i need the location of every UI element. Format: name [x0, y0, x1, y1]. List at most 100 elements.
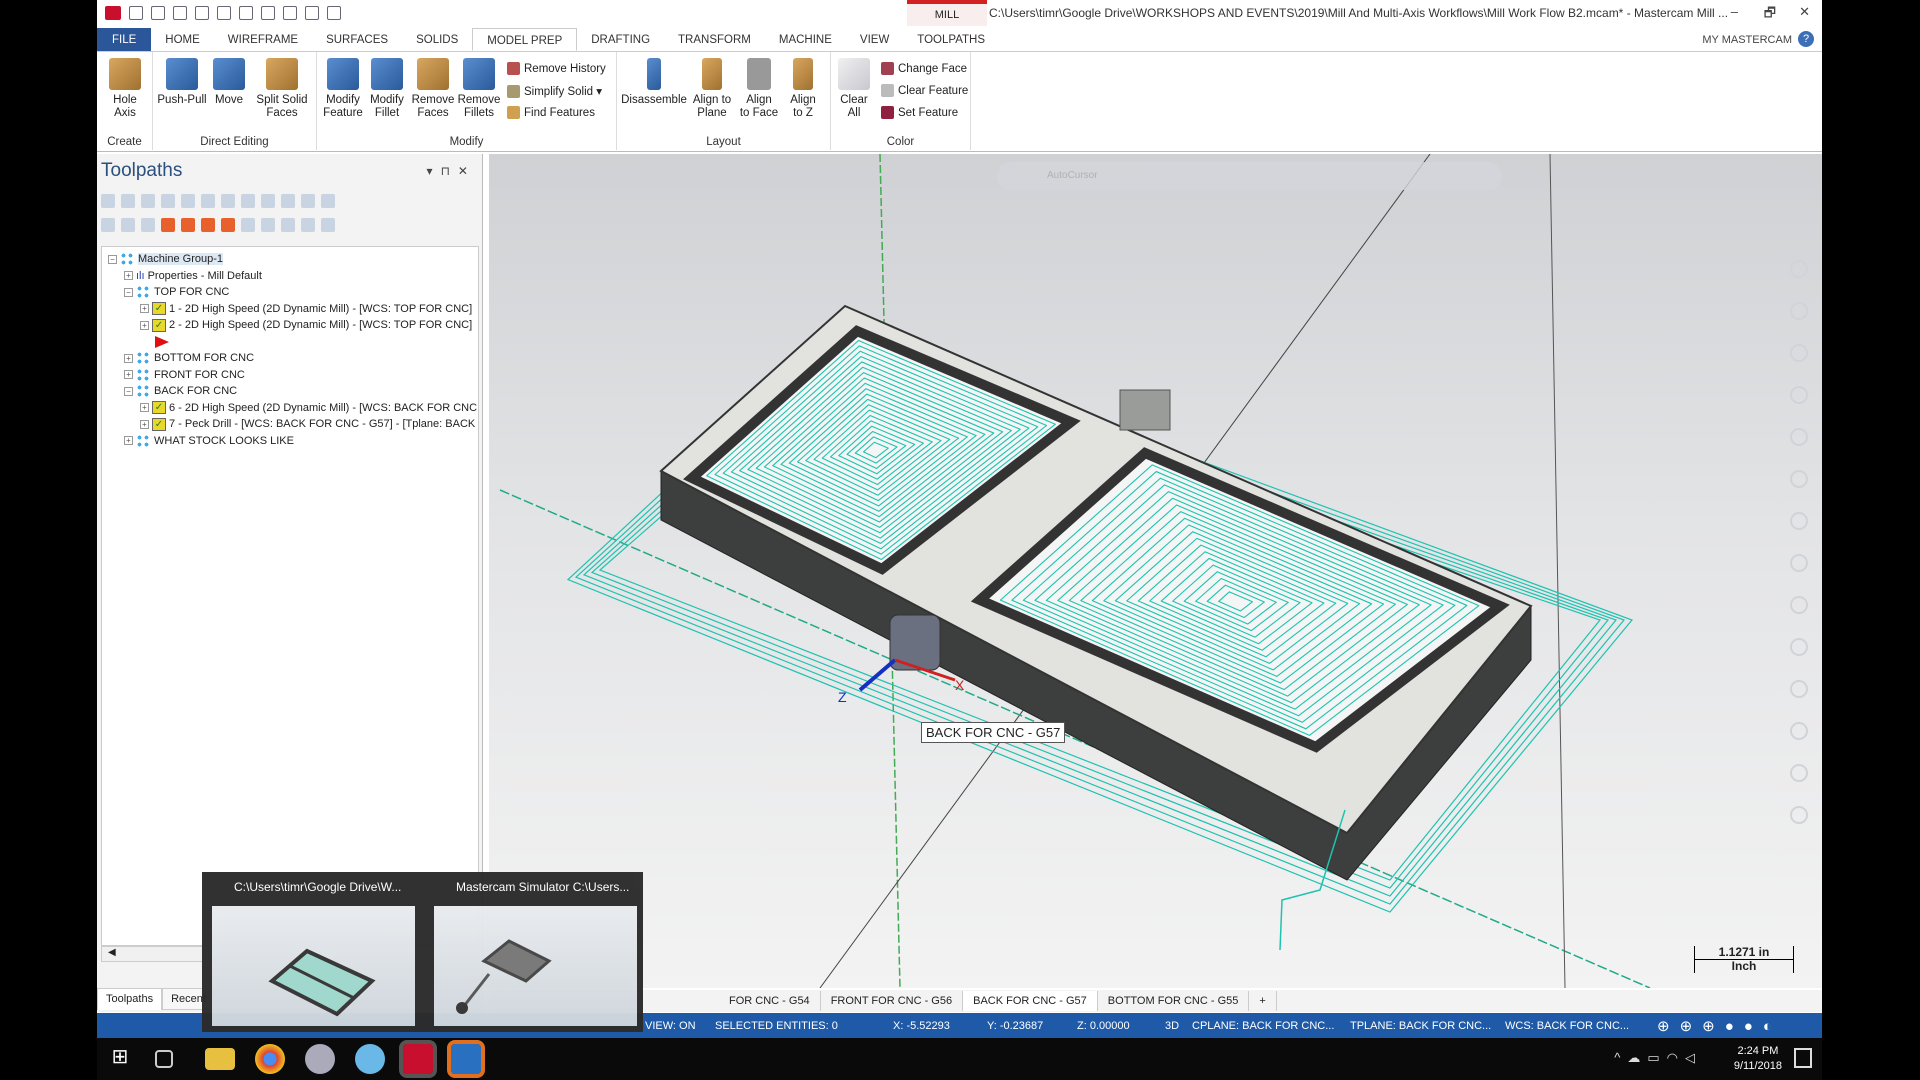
task-view-icon[interactable]	[155, 1050, 173, 1068]
help-icon[interactable]: ?	[1798, 31, 1814, 47]
system-tray-icons[interactable]: ^☁▭◠◁	[1614, 1050, 1702, 1066]
tab-toolpaths[interactable]: TOOLPATHS	[903, 28, 999, 51]
file-explorer-icon[interactable]	[205, 1048, 235, 1070]
remove-faces-button[interactable]: Remove Faces	[411, 58, 455, 120]
toolpath-toolbar-row-2[interactable]	[101, 218, 335, 232]
app-icon[interactable]	[305, 1044, 335, 1074]
tree-item[interactable]: + ✓ 1 - 2D High Speed (2D Dynamic Mill) - …	[140, 301, 472, 317]
cancel-icon[interactable]	[1790, 806, 1808, 824]
redo-icon[interactable]	[261, 6, 275, 20]
align-to-face-button[interactable]: Align to Face	[737, 58, 781, 120]
clear-icon[interactable]	[305, 6, 319, 20]
expand-icon[interactable]: +	[124, 370, 133, 379]
collapse-icon[interactable]: −	[124, 386, 133, 396]
view-sheet-tab[interactable]: BACK FOR CNC - G57	[963, 991, 1098, 1011]
tab-machine[interactable]: MACHINE	[765, 28, 846, 51]
help-query-icon[interactable]	[327, 6, 341, 20]
tplane-status[interactable]: TPLANE: BACK FOR CNC...	[1350, 1020, 1491, 1032]
tree-item[interactable]	[140, 334, 169, 350]
modify-feature-button[interactable]: Modify Feature	[321, 58, 365, 120]
expand-icon[interactable]: +	[140, 403, 149, 412]
my-mastercam-link[interactable]: MY MASTERCAM	[1702, 34, 1792, 46]
tree-item[interactable]: + FRONT FOR CNC	[124, 367, 245, 383]
undo-icon[interactable]	[239, 6, 253, 20]
restore-button[interactable]: 🗗	[1764, 4, 1776, 26]
simplify-solid-button[interactable]: Simplify Solid ▾	[507, 84, 602, 98]
tab-solids[interactable]: SOLIDS	[402, 28, 472, 51]
clear-icon[interactable]	[1790, 680, 1808, 698]
tab-transform[interactable]: TRANSFORM	[664, 28, 765, 51]
preview-simulator[interactable]: Mastercam Simulator C:\Users...	[428, 872, 643, 1032]
toolpath-toolbar-row-1[interactable]	[101, 194, 335, 208]
save-as-icon[interactable]	[217, 6, 231, 20]
analyze-icon[interactable]	[283, 6, 297, 20]
z-coordinate[interactable]: Z: 0.00000	[1077, 1020, 1130, 1032]
remove-fillets-button[interactable]: Remove Fillets	[457, 58, 501, 120]
fit-icon[interactable]	[1790, 302, 1808, 320]
view-sheet-tab[interactable]: BOTTOM FOR CNC - G55	[1098, 991, 1250, 1011]
align-to-plane-button[interactable]: Align to Plane	[689, 58, 735, 120]
print-icon[interactable]	[195, 6, 209, 20]
mastercam-taskbar-icon[interactable]	[399, 1040, 437, 1078]
insert-arrow-icon[interactable]	[155, 335, 169, 348]
snowflake-app-icon[interactable]	[355, 1044, 385, 1074]
rotate-icon[interactable]	[1790, 428, 1808, 446]
display-mode-icons[interactable]: ⊕⊕⊕●●◐	[1657, 1017, 1782, 1035]
tab-model-prep[interactable]: MODEL PREP	[472, 28, 578, 51]
expand-icon[interactable]: +	[124, 271, 133, 280]
expand-icon[interactable]: +	[140, 320, 149, 330]
tree-item[interactable]: + ✓ 7 - Peck Drill - [WCS: BACK FOR CNC - …	[140, 416, 475, 432]
simulator-taskbar-icon[interactable]	[447, 1040, 485, 1078]
align-to-z-button[interactable]: Align to Z	[783, 58, 823, 120]
clear-all-button[interactable]: Clear All	[837, 58, 871, 120]
zoom-icon[interactable]	[1790, 344, 1808, 362]
mill-context-tab[interactable]: MILL	[907, 0, 987, 26]
start-icon[interactable]: ⊞	[105, 1044, 135, 1074]
preview-mastercam[interactable]: C:\Users\timr\Google Drive\W...	[206, 872, 421, 1032]
x-coordinate[interactable]: X: -5.52293	[893, 1020, 950, 1032]
tree-item[interactable]: + ✓ 6 - 2D High Speed (2D Dynamic Mill) - …	[140, 400, 477, 416]
tree-item[interactable]: + ılı Properties - Mill Default	[124, 268, 262, 284]
set-feature-button[interactable]: Set Feature	[881, 106, 958, 119]
clock[interactable]: 2:24 PM 9/11/2018	[1734, 1044, 1782, 1074]
view-sheet-tab[interactable]: FRONT FOR CNC - G56	[821, 991, 964, 1011]
notifications-icon[interactable]	[1794, 1048, 1812, 1068]
clear-feature-button[interactable]: Clear Feature	[881, 84, 968, 97]
new-icon[interactable]	[129, 6, 143, 20]
home-view-icon[interactable]	[1790, 470, 1808, 488]
tree-item[interactable]: − BACK FOR CNC	[124, 383, 237, 399]
zoom-in-icon[interactable]	[1790, 260, 1808, 278]
tab-view[interactable]: VIEW	[846, 28, 903, 51]
chrome-icon[interactable]	[255, 1044, 285, 1074]
cplane-status[interactable]: CPLANE: BACK FOR CNC...	[1192, 1020, 1334, 1032]
mode-3d[interactable]: 3D	[1165, 1020, 1179, 1032]
hole-axis-button[interactable]: Hole Axis	[105, 58, 145, 120]
push-pull-button[interactable]: Push-Pull	[157, 58, 207, 107]
expand-icon[interactable]: +	[124, 436, 133, 445]
expand-icon[interactable]: +	[140, 304, 149, 313]
graphics-viewport[interactable]: ZX AutoCursor BACK FOR CNC - G57 1.1271 …	[489, 154, 1822, 988]
tab-toolpaths[interactable]: Toolpaths	[97, 988, 163, 1010]
wireframe-icon[interactable]	[1790, 554, 1808, 572]
split-solid-faces-button[interactable]: Split Solid Faces	[251, 58, 313, 120]
tree-item[interactable]: − Machine Group-1	[108, 251, 223, 267]
expand-icon[interactable]: +	[124, 353, 133, 363]
open-icon[interactable]	[173, 6, 187, 20]
tab-home[interactable]: HOME	[151, 28, 214, 51]
close-button[interactable]: ✕	[1799, 4, 1810, 20]
tree-item[interactable]: − TOP FOR CNC	[124, 284, 229, 300]
tab-wireframe[interactable]: WIREFRAME	[214, 28, 312, 51]
tab-drafting[interactable]: DRAFTING	[577, 28, 664, 51]
tab-surfaces[interactable]: SURFACES	[312, 28, 402, 51]
tree-item[interactable]: + BOTTOM FOR CNC	[124, 350, 254, 366]
settings-icon[interactable]	[1790, 722, 1808, 740]
tree-item[interactable]: + WHAT STOCK LOOKS LIKE	[124, 433, 294, 449]
color-icon[interactable]	[1790, 764, 1808, 782]
view-sheet-tab[interactable]: +	[1249, 991, 1277, 1011]
y-coordinate[interactable]: Y: -0.23687	[987, 1020, 1043, 1032]
remove-history-button[interactable]: Remove History	[507, 62, 606, 75]
view-sheet-tab[interactable]: FOR CNC - G54	[719, 991, 821, 1011]
wcs-status[interactable]: WCS: BACK FOR CNC...	[1505, 1020, 1629, 1032]
modify-fillet-button[interactable]: Modify Fillet	[367, 58, 407, 120]
level-icon[interactable]	[1790, 638, 1808, 656]
